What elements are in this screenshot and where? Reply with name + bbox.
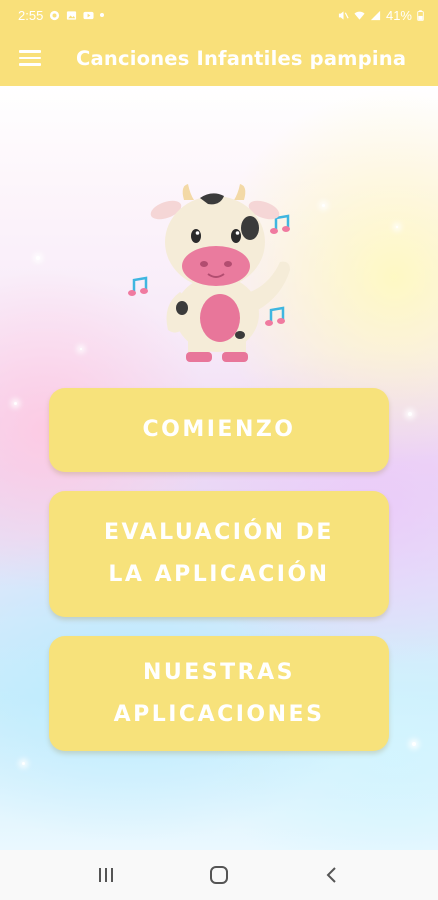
- rate-app-button-label: EVALUACIÓN DE LA APLICACIÓN: [104, 512, 334, 596]
- rate-app-button[interactable]: EVALUACIÓN DE LA APLICACIÓN: [49, 491, 389, 617]
- mute-icon: [338, 10, 349, 20]
- status-time: 2:55: [18, 7, 44, 23]
- back-icon: [326, 867, 336, 883]
- sparkle: [412, 742, 416, 746]
- app-bar: Canciones Infantiles pampina: [0, 30, 438, 86]
- rate-app-label-line1: EVALUACIÓN DE: [104, 520, 334, 545]
- app-title: Canciones Infantiles pampina: [76, 46, 407, 70]
- back-button[interactable]: [312, 855, 352, 895]
- cow-mascot: [128, 184, 290, 362]
- recent-apps-icon: [99, 868, 114, 882]
- sparkle: [408, 412, 412, 416]
- sparkle: [80, 348, 82, 350]
- gallery-icon: [67, 10, 77, 20]
- our-apps-button[interactable]: NUESTRAS APLICACIONES: [49, 636, 389, 751]
- signal-icon: [370, 10, 381, 20]
- wifi-icon: [354, 11, 365, 20]
- youtube-icon: [83, 11, 94, 19]
- dot-icon: [100, 13, 105, 17]
- whatsapp-icon: [50, 10, 60, 20]
- sparkle: [322, 204, 325, 207]
- screen: 2:55 41% Canciones Infantiles pampina CO…: [0, 0, 438, 900]
- our-apps-label-line1: NUESTRAS: [143, 659, 295, 685]
- sparkle: [396, 226, 398, 228]
- status-bar: 2:55 41%: [0, 0, 438, 30]
- menu-button[interactable]: [2, 30, 58, 86]
- our-apps-label-line2: APLICACIONES: [113, 701, 325, 727]
- home-button[interactable]: [199, 855, 239, 895]
- start-button-label: COMIENZO: [142, 417, 296, 442]
- sparkle: [14, 402, 17, 405]
- sparkle: [22, 762, 25, 765]
- recent-apps-button[interactable]: [86, 855, 126, 895]
- system-nav-bar: [0, 850, 438, 900]
- sparkle: [36, 256, 40, 260]
- our-apps-button-label: NUESTRAS APLICACIONES: [114, 652, 325, 736]
- start-button[interactable]: COMIENZO: [49, 388, 389, 472]
- music-note-icon: [265, 306, 285, 326]
- hamburger-menu-icon: [19, 50, 41, 66]
- home-icon: [209, 866, 228, 884]
- battery-icon: [417, 9, 424, 21]
- rate-app-label-line2: LA APLICACIÓN: [108, 562, 330, 587]
- battery-level: 41%: [385, 7, 412, 23]
- music-note-icon: [128, 276, 148, 296]
